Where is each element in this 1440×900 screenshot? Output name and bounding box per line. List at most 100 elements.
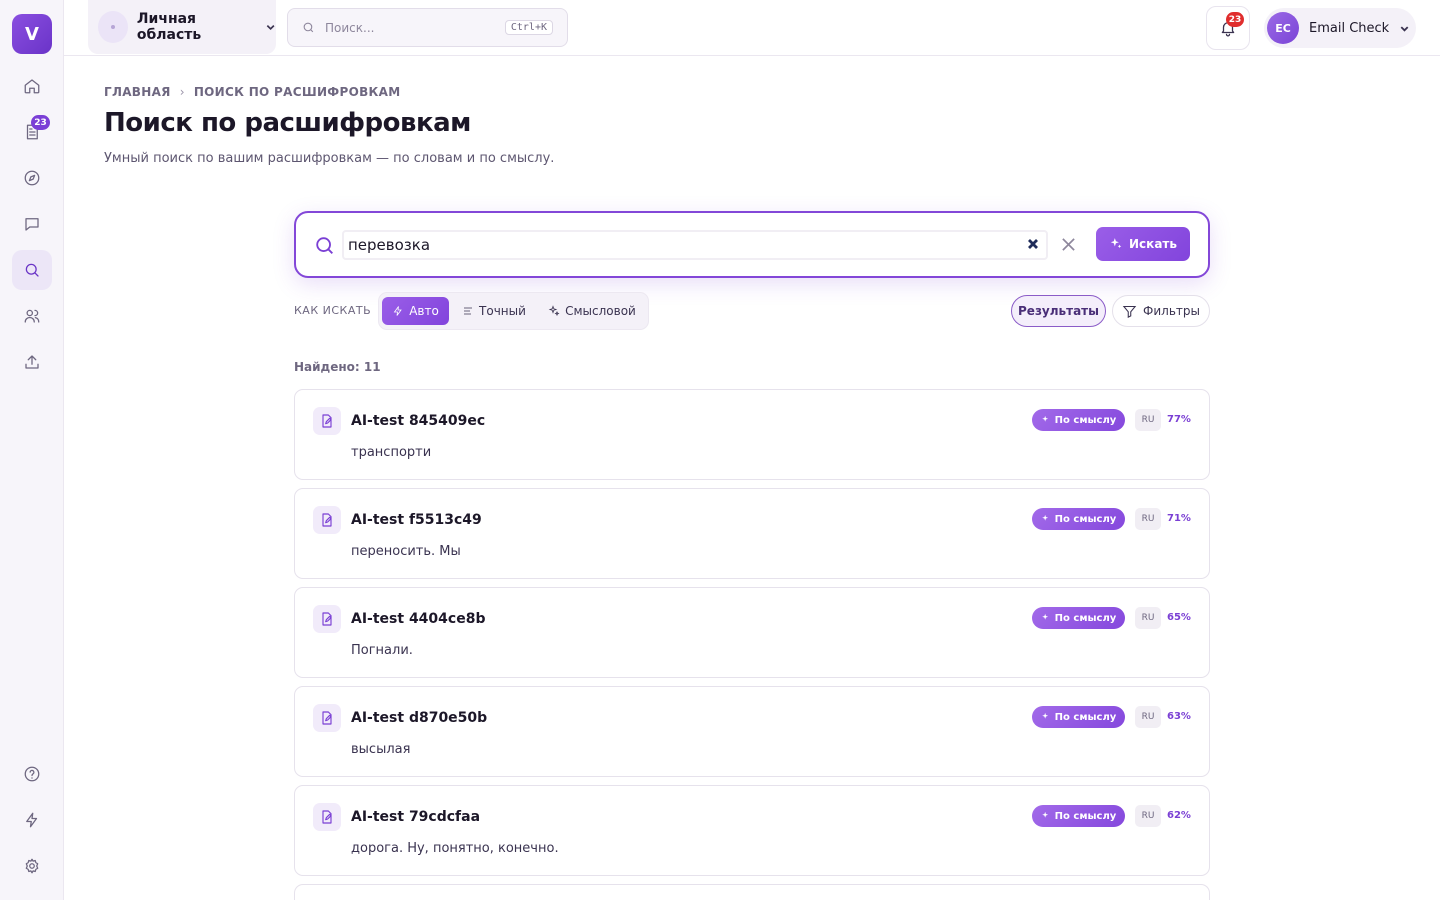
workspace-label: Личная область [136, 11, 202, 43]
chevron-down-icon [266, 25, 275, 31]
relevance-score: 77% [1167, 414, 1191, 425]
document-edit-icon [313, 605, 341, 633]
relevance-score: 65% [1167, 612, 1191, 623]
result-card[interactable]: AI-test 4404ce8b Погнали. По смыслу RU 6… [294, 587, 1210, 678]
chevron-down-icon [1400, 25, 1409, 32]
user-name: Email Check [1309, 20, 1390, 36]
transcripts-badge: 23 [31, 115, 50, 130]
search-mode-label: КАК ИСКАТЬ [294, 304, 372, 317]
search-button[interactable]: Искать [1096, 227, 1190, 261]
language-badge: RU [1135, 508, 1161, 530]
mode-auto-label: Авто [409, 304, 439, 318]
breadcrumb-home[interactable]: ГЛАВНАЯ [104, 85, 171, 99]
document-edit-icon [313, 407, 341, 435]
relevance-score: 63% [1167, 711, 1191, 722]
language-badge: RU [1135, 805, 1161, 827]
search-button-label: Искать [1129, 237, 1177, 251]
semantic-match-label: По смыслу [1054, 810, 1117, 822]
upload-icon[interactable] [12, 342, 52, 382]
result-title[interactable]: AI-test 79cdcfaa [351, 809, 480, 825]
bolt-icon[interactable] [12, 800, 52, 840]
language-badge: RU [1135, 607, 1161, 629]
semantic-match-label: По смыслу [1054, 711, 1117, 723]
mode-exact[interactable]: Точный [453, 297, 535, 325]
avatar: EC [1267, 12, 1299, 44]
close-icon[interactable] [1061, 237, 1076, 252]
result-snippet: Погнали. [351, 643, 413, 658]
sparkle-icon [1041, 811, 1048, 818]
page-title: Поиск по расшифровкам [104, 108, 471, 138]
result-title[interactable]: AI-test 845409ec [351, 413, 485, 429]
sparkle-icon [1041, 415, 1048, 422]
user-menu[interactable]: EC Email Check [1264, 8, 1416, 48]
semantic-match-badge: По смыслу [1032, 805, 1125, 827]
result-card[interactable]: AI-test 79cdcfaa дорога. Ну, понятно, ко… [294, 785, 1210, 876]
language-badge: RU [1135, 706, 1161, 728]
document-edit-icon [313, 506, 341, 534]
mode-auto[interactable]: Авто [382, 297, 449, 325]
topbar: Личная область Ctrl+K 23 EC Email Check [64, 0, 1440, 56]
mode-semantic[interactable]: Смысловой [539, 297, 645, 325]
filter-icon [1122, 305, 1137, 318]
sparkle-icon [1041, 613, 1048, 620]
help-icon[interactable] [12, 754, 52, 794]
semantic-match-label: По смыслу [1054, 414, 1117, 426]
relevance-score: 71% [1167, 513, 1191, 524]
result-title[interactable]: AI-test 4404ce8b [351, 611, 485, 627]
notifications-badge: 23 [1226, 12, 1244, 27]
transcript-search-box: Искать [294, 211, 1210, 278]
search-icon [316, 237, 333, 254]
home-icon[interactable] [12, 66, 52, 106]
app-logo[interactable]: V [12, 14, 52, 54]
chat-icon[interactable] [12, 204, 52, 244]
global-search[interactable]: Ctrl+K [287, 8, 568, 47]
sidebar: V 23 [0, 0, 64, 900]
relevance-score: 62% [1167, 810, 1191, 821]
clear-input-icon[interactable] [1027, 238, 1039, 250]
global-search-input[interactable] [325, 20, 495, 35]
result-card[interactable]: AI-test f5513c49 переносить. Мы По смысл… [294, 488, 1210, 579]
sparkle-icon [548, 305, 560, 317]
workspace-avatar [98, 11, 128, 43]
result-snippet: переносить. Мы [351, 544, 461, 559]
semantic-match-badge: По смыслу [1032, 508, 1125, 530]
result-card-partial[interactable] [294, 884, 1210, 900]
search-mode-selector: Авто Точный Смысловой [378, 292, 649, 330]
breadcrumb-current: ПОИСК ПО РАСШИФРОВКАМ [193, 85, 401, 99]
result-title[interactable]: AI-test f5513c49 [351, 512, 482, 528]
result-title[interactable]: AI-test d870e50b [351, 710, 487, 726]
bolt-icon [393, 306, 402, 316]
search-icon [303, 22, 314, 33]
settings-gear-icon[interactable] [12, 846, 52, 886]
breadcrumb: ГЛАВНАЯ › ПОИСК ПО РАСШИФРОВКАМ [104, 85, 400, 99]
result-snippet: дорога. Ну, понятно, конечно. [351, 841, 559, 856]
semantic-match-badge: По смыслу [1032, 409, 1125, 431]
filters-label: Фильтры [1143, 304, 1200, 318]
search-icon[interactable] [12, 250, 52, 290]
semantic-match-badge: По смыслу [1032, 607, 1125, 629]
transcripts-icon[interactable]: 23 [12, 112, 52, 152]
semantic-match-badge: По смыслу [1032, 706, 1125, 728]
compass-icon[interactable] [12, 158, 52, 198]
result-snippet: транспорти [351, 445, 432, 460]
sparkle-icon [1110, 238, 1122, 249]
mode-semantic-label: Смысловой [565, 304, 636, 318]
breadcrumb-separator: › [179, 85, 185, 99]
document-edit-icon [313, 704, 341, 732]
result-snippet: высылая [351, 742, 411, 757]
sparkle-icon [1041, 514, 1048, 521]
users-icon[interactable] [12, 296, 52, 336]
filters-button[interactable]: Фильтры [1112, 295, 1210, 327]
transcript-search-input[interactable] [342, 230, 1048, 260]
sparkle-icon [1041, 712, 1048, 719]
workspace-switcher[interactable]: Личная область [88, 0, 276, 54]
result-card[interactable]: AI-test d870e50b высылая По смыслу RU 63… [294, 686, 1210, 777]
notifications-button[interactable]: 23 [1206, 6, 1250, 50]
results-count: Найдено: 11 [294, 360, 381, 374]
page-subtitle: Умный поиск по вашим расшифровкам — по с… [104, 151, 555, 166]
language-badge: RU [1135, 409, 1161, 431]
semantic-match-label: По смыслу [1054, 612, 1117, 624]
results-toggle[interactable]: Результаты [1011, 295, 1106, 327]
mode-exact-label: Точный [479, 304, 526, 318]
result-card[interactable]: AI-test 845409ec транспорти По смыслу RU… [294, 389, 1210, 480]
